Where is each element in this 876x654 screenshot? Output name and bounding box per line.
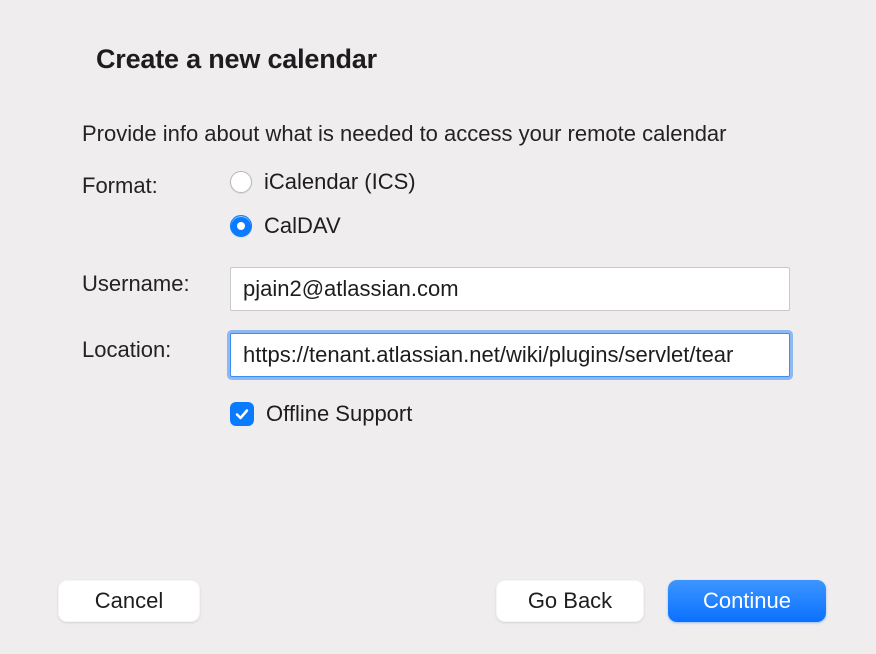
go-back-button[interactable]: Go Back <box>496 580 644 622</box>
dialog-title: Create a new calendar <box>96 44 818 75</box>
dialog-description: Provide info about what is needed to acc… <box>82 121 818 147</box>
username-field[interactable] <box>230 267 790 311</box>
cancel-button[interactable]: Cancel <box>58 580 200 622</box>
format-radio-caldav[interactable]: CalDAV <box>230 213 790 239</box>
checkbox-icon <box>230 402 254 426</box>
location-label: Location: <box>82 333 230 363</box>
format-radio-icalendar-label: iCalendar (ICS) <box>264 169 416 195</box>
format-radio-caldav-label: CalDAV <box>264 213 341 239</box>
format-radio-icalendar[interactable]: iCalendar (ICS) <box>230 169 790 195</box>
continue-button[interactable]: Continue <box>668 580 826 622</box>
radio-icon <box>230 215 252 237</box>
offline-support-label: Offline Support <box>266 401 412 427</box>
radio-icon <box>230 171 252 193</box>
offline-support-checkbox[interactable]: Offline Support <box>230 401 790 427</box>
username-label: Username: <box>82 267 230 297</box>
location-field[interactable] <box>230 333 790 377</box>
format-label: Format: <box>82 169 230 199</box>
